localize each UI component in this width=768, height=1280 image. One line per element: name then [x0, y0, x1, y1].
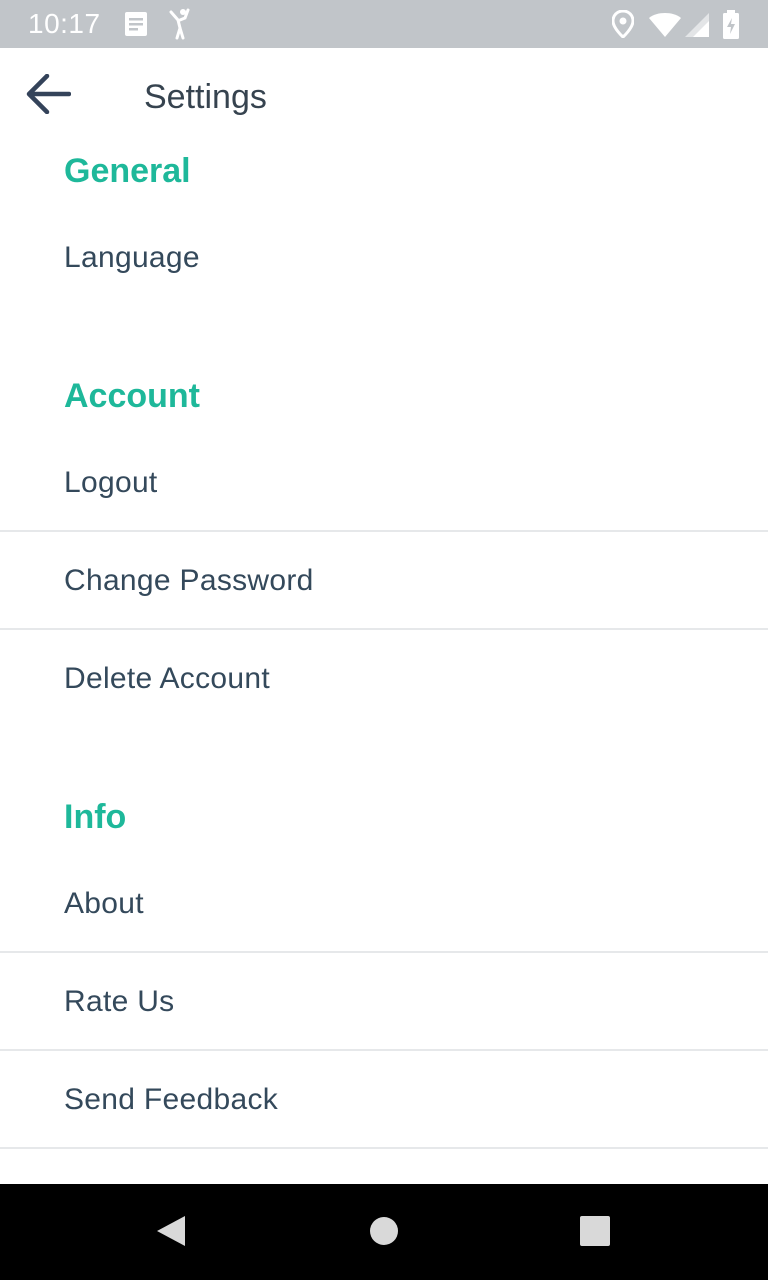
- status-time: 10:17: [28, 8, 101, 39]
- page-title: Settings: [144, 78, 267, 116]
- settings-item-logout[interactable]: Logout: [0, 434, 768, 532]
- app-bar: Settings: [0, 48, 768, 148]
- notes-icon: [124, 11, 148, 42]
- battery-icon: [722, 10, 740, 45]
- nav-recents-button[interactable]: [560, 1198, 630, 1268]
- settings-item-send-feedback[interactable]: Send Feedback: [0, 1051, 768, 1149]
- settings-item-change-password[interactable]: Change Password: [0, 532, 768, 630]
- wifi-icon: [648, 12, 682, 43]
- back-triangle-icon: [155, 1214, 187, 1253]
- section-header-info: Info: [64, 798, 127, 836]
- nav-back-button[interactable]: [136, 1198, 206, 1268]
- location-icon: [611, 9, 635, 43]
- divider: [0, 1147, 768, 1149]
- settings-item-rate-us[interactable]: Rate Us: [0, 953, 768, 1051]
- settings-item-label: Send Feedback: [64, 1083, 279, 1116]
- system-nav-bar: [0, 1184, 768, 1280]
- arrow-back-icon: [25, 73, 72, 119]
- settings-item-label: Change Password: [64, 564, 314, 597]
- figure-icon: [168, 8, 192, 45]
- settings-item-label: Rate Us: [64, 985, 175, 1018]
- settings-item-language[interactable]: Language: [0, 210, 768, 308]
- recents-square-icon: [579, 1215, 611, 1252]
- settings-item-label: About: [64, 887, 144, 920]
- home-circle-icon: [368, 1215, 400, 1252]
- section-header-general: General: [64, 152, 191, 190]
- settings-item-delete-account[interactable]: Delete Account: [0, 630, 768, 728]
- settings-item-label: Delete Account: [64, 662, 270, 695]
- settings-item-label: Logout: [64, 466, 158, 499]
- settings-item-label: Language: [64, 241, 200, 274]
- status-bar: 10:17: [0, 0, 768, 48]
- back-button[interactable]: [18, 68, 78, 124]
- settings-item-about[interactable]: About: [0, 855, 768, 953]
- signal-icon: [684, 12, 710, 43]
- nav-home-button[interactable]: [349, 1198, 419, 1268]
- section-header-account: Account: [64, 377, 200, 415]
